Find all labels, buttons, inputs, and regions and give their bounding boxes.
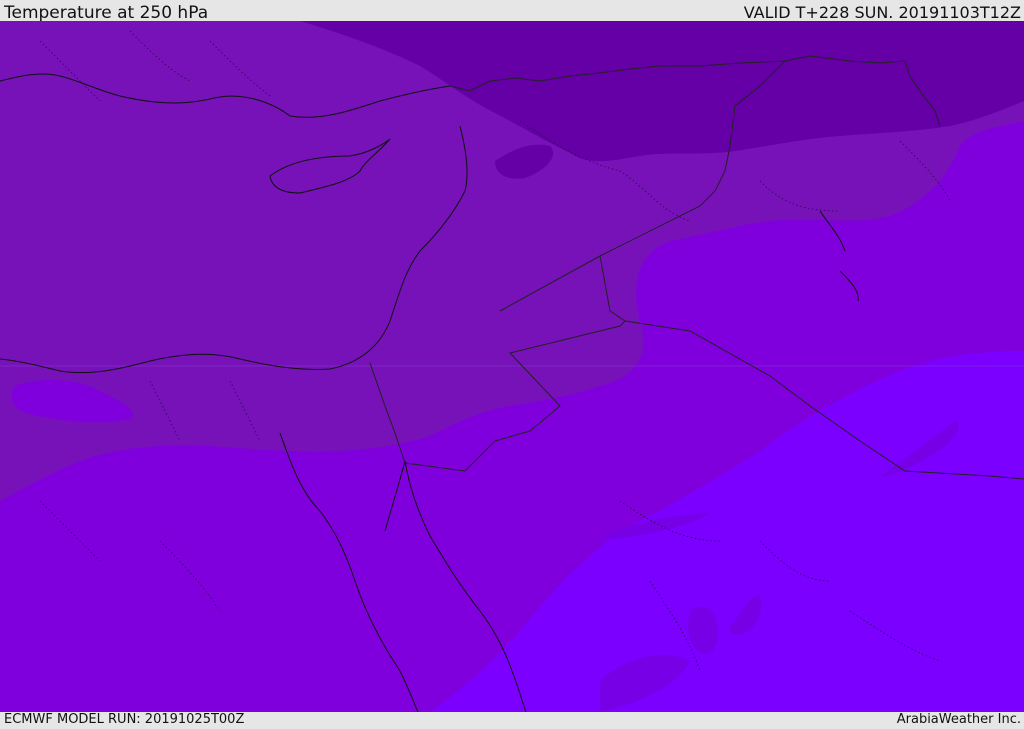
credit-label: ArabiaWeather Inc. (896, 712, 1021, 727)
map-title: Temperature at 250 hPa (4, 3, 209, 23)
temperature-map (0, 21, 1024, 712)
model-run-label: ECMWF MODEL RUN: 20191025T00Z (4, 712, 245, 727)
header-bar: Temperature at 250 hPa VALID T+228 SUN. … (0, 0, 1024, 23)
weather-map-frame: Temperature at 250 hPa VALID T+228 SUN. … (0, 0, 1024, 729)
valid-time-label: VALID T+228 SUN. 20191103T12Z (743, 3, 1021, 22)
map-canvas (0, 21, 1024, 712)
footer-bar: ECMWF MODEL RUN: 20191025T00Z ArabiaWeat… (0, 712, 1024, 729)
